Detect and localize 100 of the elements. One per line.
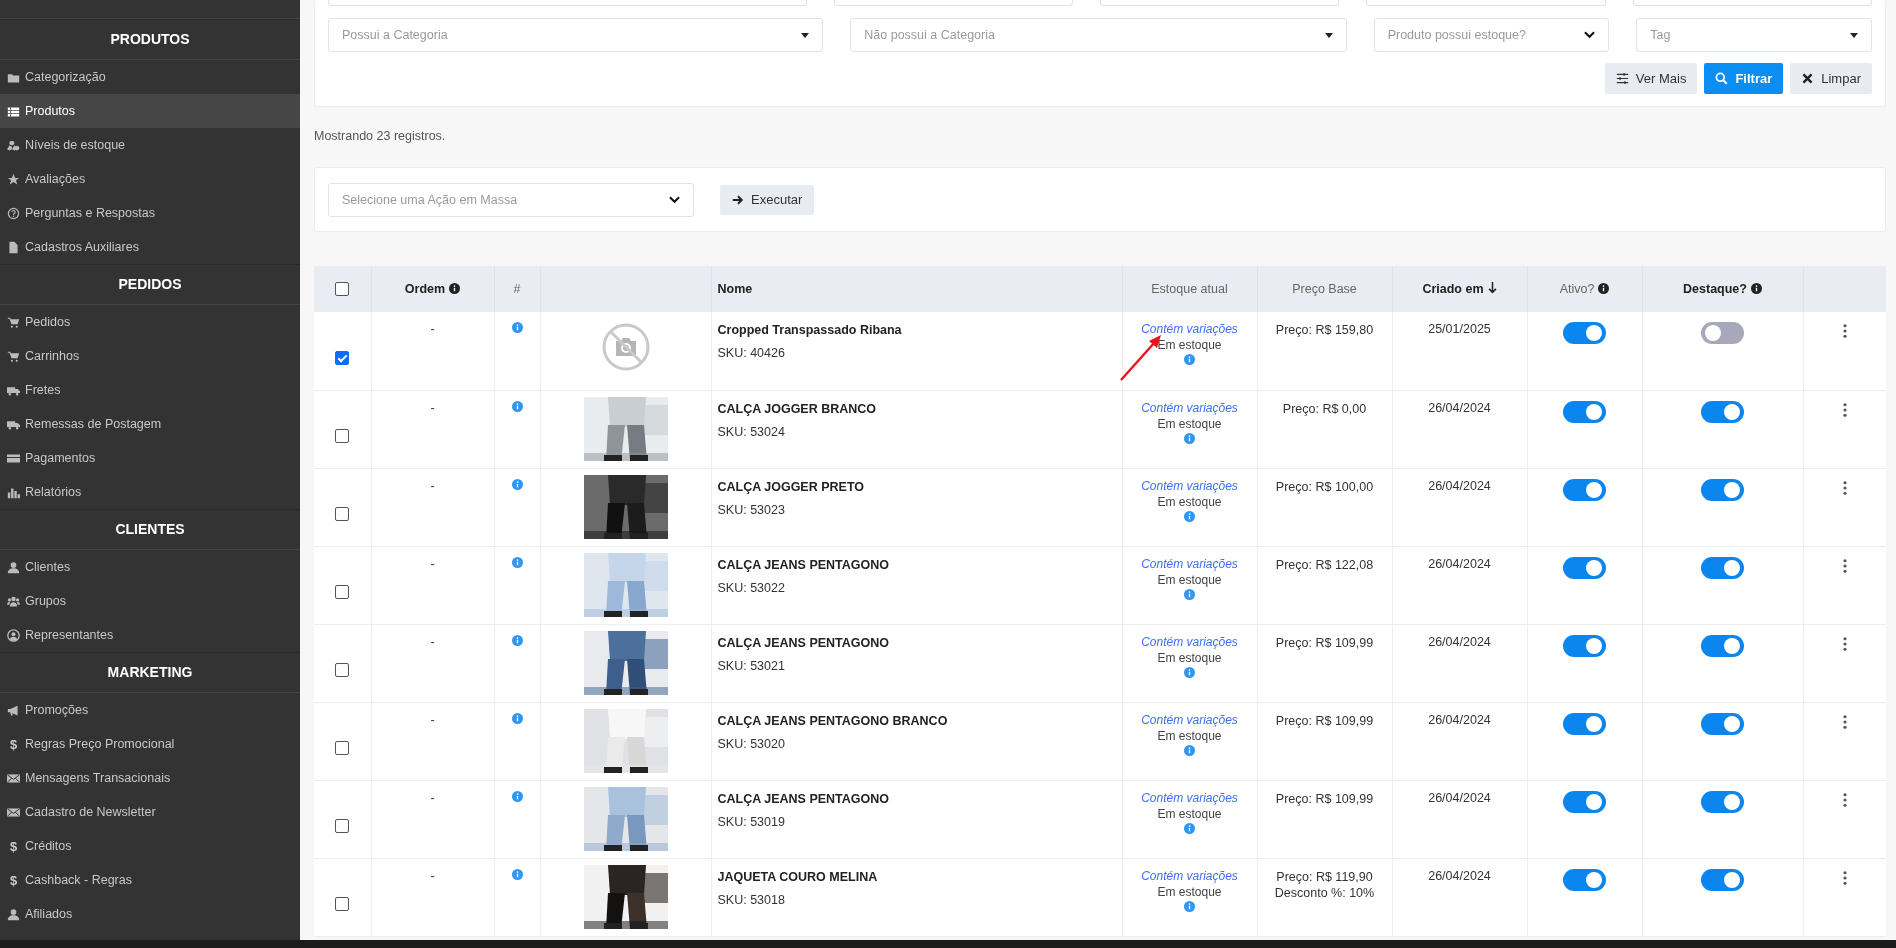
sidebar-item[interactable]: Avaliações xyxy=(0,162,300,196)
cubes-icon xyxy=(7,138,20,152)
section-heading: PRODUTOS xyxy=(0,19,300,60)
toggle-switch[interactable] xyxy=(1701,790,1744,813)
toggle-switch[interactable] xyxy=(1563,556,1606,579)
sidebar-item[interactable]: $ Cashback - Regras xyxy=(0,863,300,897)
checkbox[interactable] xyxy=(335,429,350,444)
price-text: Preço: R$ 100,00 xyxy=(1274,478,1375,495)
column-header: Estoque atual xyxy=(1151,282,1228,296)
column-header[interactable]: Nome xyxy=(717,282,753,296)
sidebar-item[interactable]: Pedidos xyxy=(0,305,300,339)
toggle-switch[interactable] xyxy=(1701,868,1744,891)
sidebar-item[interactable]: Relatórios xyxy=(0,475,300,509)
more-vertical-icon xyxy=(1843,792,1847,807)
sidebar-item[interactable]: Remessas de Postagem xyxy=(0,407,300,441)
checkbox[interactable] xyxy=(335,741,350,756)
variations-link[interactable]: Contém variações xyxy=(1141,868,1238,883)
toggle-switch[interactable] xyxy=(1563,634,1606,657)
toggle-switch[interactable] xyxy=(1563,790,1606,813)
sidebar-item[interactable]: Categorização xyxy=(0,60,300,94)
table-cell: - xyxy=(430,556,435,571)
info-icon xyxy=(511,400,523,412)
sidebar-item[interactable]: Representantes xyxy=(0,618,300,652)
sidebar-item[interactable]: Fretes xyxy=(0,373,300,407)
price-text: Preço: R$ 119,90 xyxy=(1275,868,1374,885)
toggle-switch[interactable] xyxy=(1701,712,1744,735)
variations-link[interactable]: Contém variações xyxy=(1141,400,1238,415)
checkbox[interactable] xyxy=(335,351,350,366)
product-name[interactable]: Cropped Transpassado Ribana xyxy=(717,323,1116,337)
product-name[interactable]: CALÇA JEANS PENTAGONO xyxy=(717,557,1116,572)
sidebar-item[interactable]: Cadastros Auxiliares xyxy=(0,230,300,264)
info-icon xyxy=(1184,822,1195,834)
sku-text: SKU: 53023 xyxy=(717,502,786,517)
toggle-switch[interactable] xyxy=(1701,634,1744,657)
column-header: # xyxy=(513,282,521,296)
toggle-switch[interactable] xyxy=(1701,322,1744,344)
sidebar-item[interactable]: $ Regras Preço Promocional xyxy=(0,727,300,761)
sidebar-item[interactable]: Promoções xyxy=(0,693,300,727)
variations-link[interactable]: Contém variações xyxy=(1141,322,1238,336)
envelope-icon xyxy=(7,771,20,785)
sidebar-item[interactable]: Carrinhos xyxy=(0,339,300,373)
product-name[interactable]: JAQUETA COURO MELINA xyxy=(717,869,1116,884)
more-button[interactable]: Ver Mais xyxy=(1604,63,1698,94)
product-name[interactable]: CALÇA JOGGER BRANCO xyxy=(717,401,1116,416)
table-cell: - xyxy=(430,790,435,805)
sku-text: SKU: 53024 xyxy=(717,424,786,439)
cart-icon xyxy=(7,315,20,329)
checkbox[interactable] xyxy=(335,507,350,522)
checkbox[interactable] xyxy=(335,663,350,678)
more-vertical-icon xyxy=(1843,636,1847,651)
info-icon xyxy=(511,712,523,724)
sidebar-item[interactable]: Afiliados xyxy=(0,897,300,931)
toggle-switch[interactable] xyxy=(1701,478,1744,501)
sidebar-item[interactable]: $ Créditos xyxy=(0,829,300,863)
product-name[interactable]: CALÇA JEANS PENTAGONO BRANCO xyxy=(717,713,1116,728)
more-vertical-icon xyxy=(1843,402,1847,417)
sidebar-item[interactable]: Grupos xyxy=(0,584,300,618)
variations-link[interactable]: Contém variações xyxy=(1141,478,1238,493)
megaphone-icon xyxy=(7,703,20,717)
stock-status: Em estoque xyxy=(1157,416,1222,431)
toggle-switch[interactable] xyxy=(1563,712,1606,735)
execute-button[interactable]: Executar xyxy=(720,184,815,215)
column-header[interactable]: Destaque? xyxy=(1683,282,1747,296)
product-name[interactable]: CALÇA JEANS PENTAGONO xyxy=(717,791,1116,806)
info-icon xyxy=(1184,354,1195,365)
close-icon xyxy=(1801,72,1815,85)
toggle-switch[interactable] xyxy=(1563,478,1606,501)
product-name[interactable]: CALÇA JEANS PENTAGONO xyxy=(717,635,1116,650)
sidebar-item[interactable]: Cadastro de Newsletter xyxy=(0,795,300,829)
variations-link[interactable]: Contém variações xyxy=(1141,556,1238,571)
table-cell: - xyxy=(430,868,435,883)
sidebar-item[interactable]: Perguntas e Respostas xyxy=(0,196,300,230)
variations-link[interactable]: Contém variações xyxy=(1141,712,1238,727)
sidebar-item[interactable]: Clientes xyxy=(0,550,300,584)
price-text: Preço: R$ 109,99 xyxy=(1274,712,1375,729)
section-heading: CLIENTES xyxy=(0,509,300,550)
sidebar-item[interactable]: Pagamentos xyxy=(0,441,300,475)
toggle-switch[interactable] xyxy=(1563,868,1606,891)
checkbox[interactable] xyxy=(335,897,350,912)
checkbox[interactable] xyxy=(335,819,350,834)
variations-link[interactable]: Contém variações xyxy=(1141,790,1238,805)
stock-status: Em estoque xyxy=(1157,338,1222,352)
sidebar-item[interactable]: Produtos xyxy=(0,94,300,128)
info-icon xyxy=(511,868,523,880)
checkbox[interactable] xyxy=(335,585,350,600)
info-icon xyxy=(1184,666,1195,678)
stock-status: Em estoque xyxy=(1157,494,1222,509)
checkbox[interactable] xyxy=(335,282,350,297)
column-header[interactable]: Ordem xyxy=(404,282,446,296)
sidebar-item[interactable]: Níveis de estoque xyxy=(0,128,300,162)
toggle-switch[interactable] xyxy=(1563,322,1606,344)
product-name[interactable]: CALÇA JOGGER PRETO xyxy=(717,479,1116,494)
column-header[interactable]: Criado em xyxy=(1422,282,1484,296)
info-icon xyxy=(511,322,523,333)
toggle-switch[interactable] xyxy=(1563,400,1606,423)
variations-link[interactable]: Contém variações xyxy=(1141,634,1238,649)
clear-button[interactable]: Limpar xyxy=(1790,63,1872,94)
toggle-switch[interactable] xyxy=(1701,400,1744,423)
toggle-switch[interactable] xyxy=(1701,556,1744,579)
sidebar-item[interactable]: Mensagens Transacionais xyxy=(0,761,300,795)
